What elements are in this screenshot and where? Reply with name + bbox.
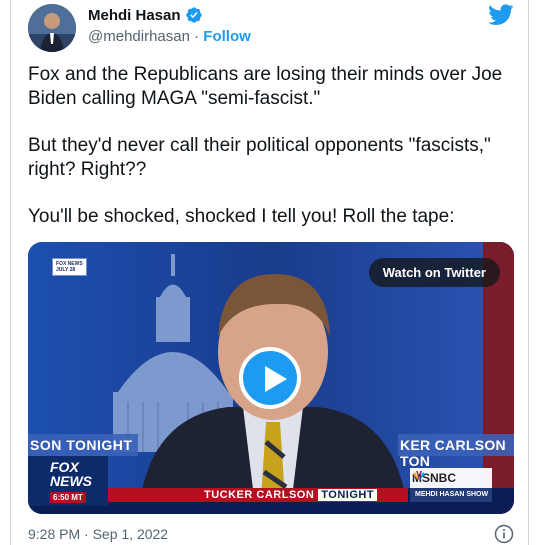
play-button[interactable] [239, 347, 301, 409]
avatar[interactable] [28, 4, 76, 52]
author-handle-row: @mehdirhasan · Follow [88, 28, 251, 45]
tweet-timestamp[interactable]: 9:28 PM · Sep 1, 2022 [28, 526, 168, 542]
tweet-text: Fox and the Republicans are losing their… [28, 63, 518, 253]
follow-button[interactable]: Follow [203, 28, 251, 45]
time-badge: 6:50 MT [50, 492, 86, 503]
show-banner-title: TUCKER CARLSON [204, 489, 315, 501]
tweet-card: Mehdi Hasan @mehdirhasan · Follow Fox an… [10, 0, 529, 545]
tweet-paragraph: But they'd never call their political op… [28, 135, 491, 180]
show-banner-suffix: TONIGHT [318, 489, 378, 501]
author-display-name[interactable]: Mehdi Hasan [88, 7, 181, 24]
video-player[interactable]: FOX NEWS JULY 28 Watch on Twitter SON TO… [28, 242, 514, 514]
author-handle[interactable]: @mehdirhasan [88, 28, 190, 45]
lower-left-ticker: SON TONIGHT [30, 437, 133, 453]
date-badge: JULY 28 [56, 267, 76, 273]
author-name-row: Mehdi Hasan [88, 6, 203, 24]
verified-badge-icon [185, 7, 202, 23]
info-icon[interactable] [494, 524, 514, 544]
twitter-bird-icon[interactable] [488, 4, 514, 26]
lower-right-ticker: KER CARLSON TON [400, 437, 506, 469]
fox-logo-top: FOX [50, 459, 79, 475]
fox-logo-bottom: NEWS [50, 473, 92, 489]
tweet-paragraph: You'll be shocked, shocked I tell you! R… [28, 206, 455, 227]
tweet-paragraph: Fox and the Republicans are losing their… [28, 64, 503, 109]
peacock-icon [413, 471, 425, 481]
watch-on-twitter-button[interactable]: Watch on Twitter [368, 258, 500, 287]
avatar-image [28, 4, 76, 52]
separator-dot: · [194, 28, 200, 45]
msnbc-show: MEHDI HASAN SHOW [415, 491, 489, 498]
